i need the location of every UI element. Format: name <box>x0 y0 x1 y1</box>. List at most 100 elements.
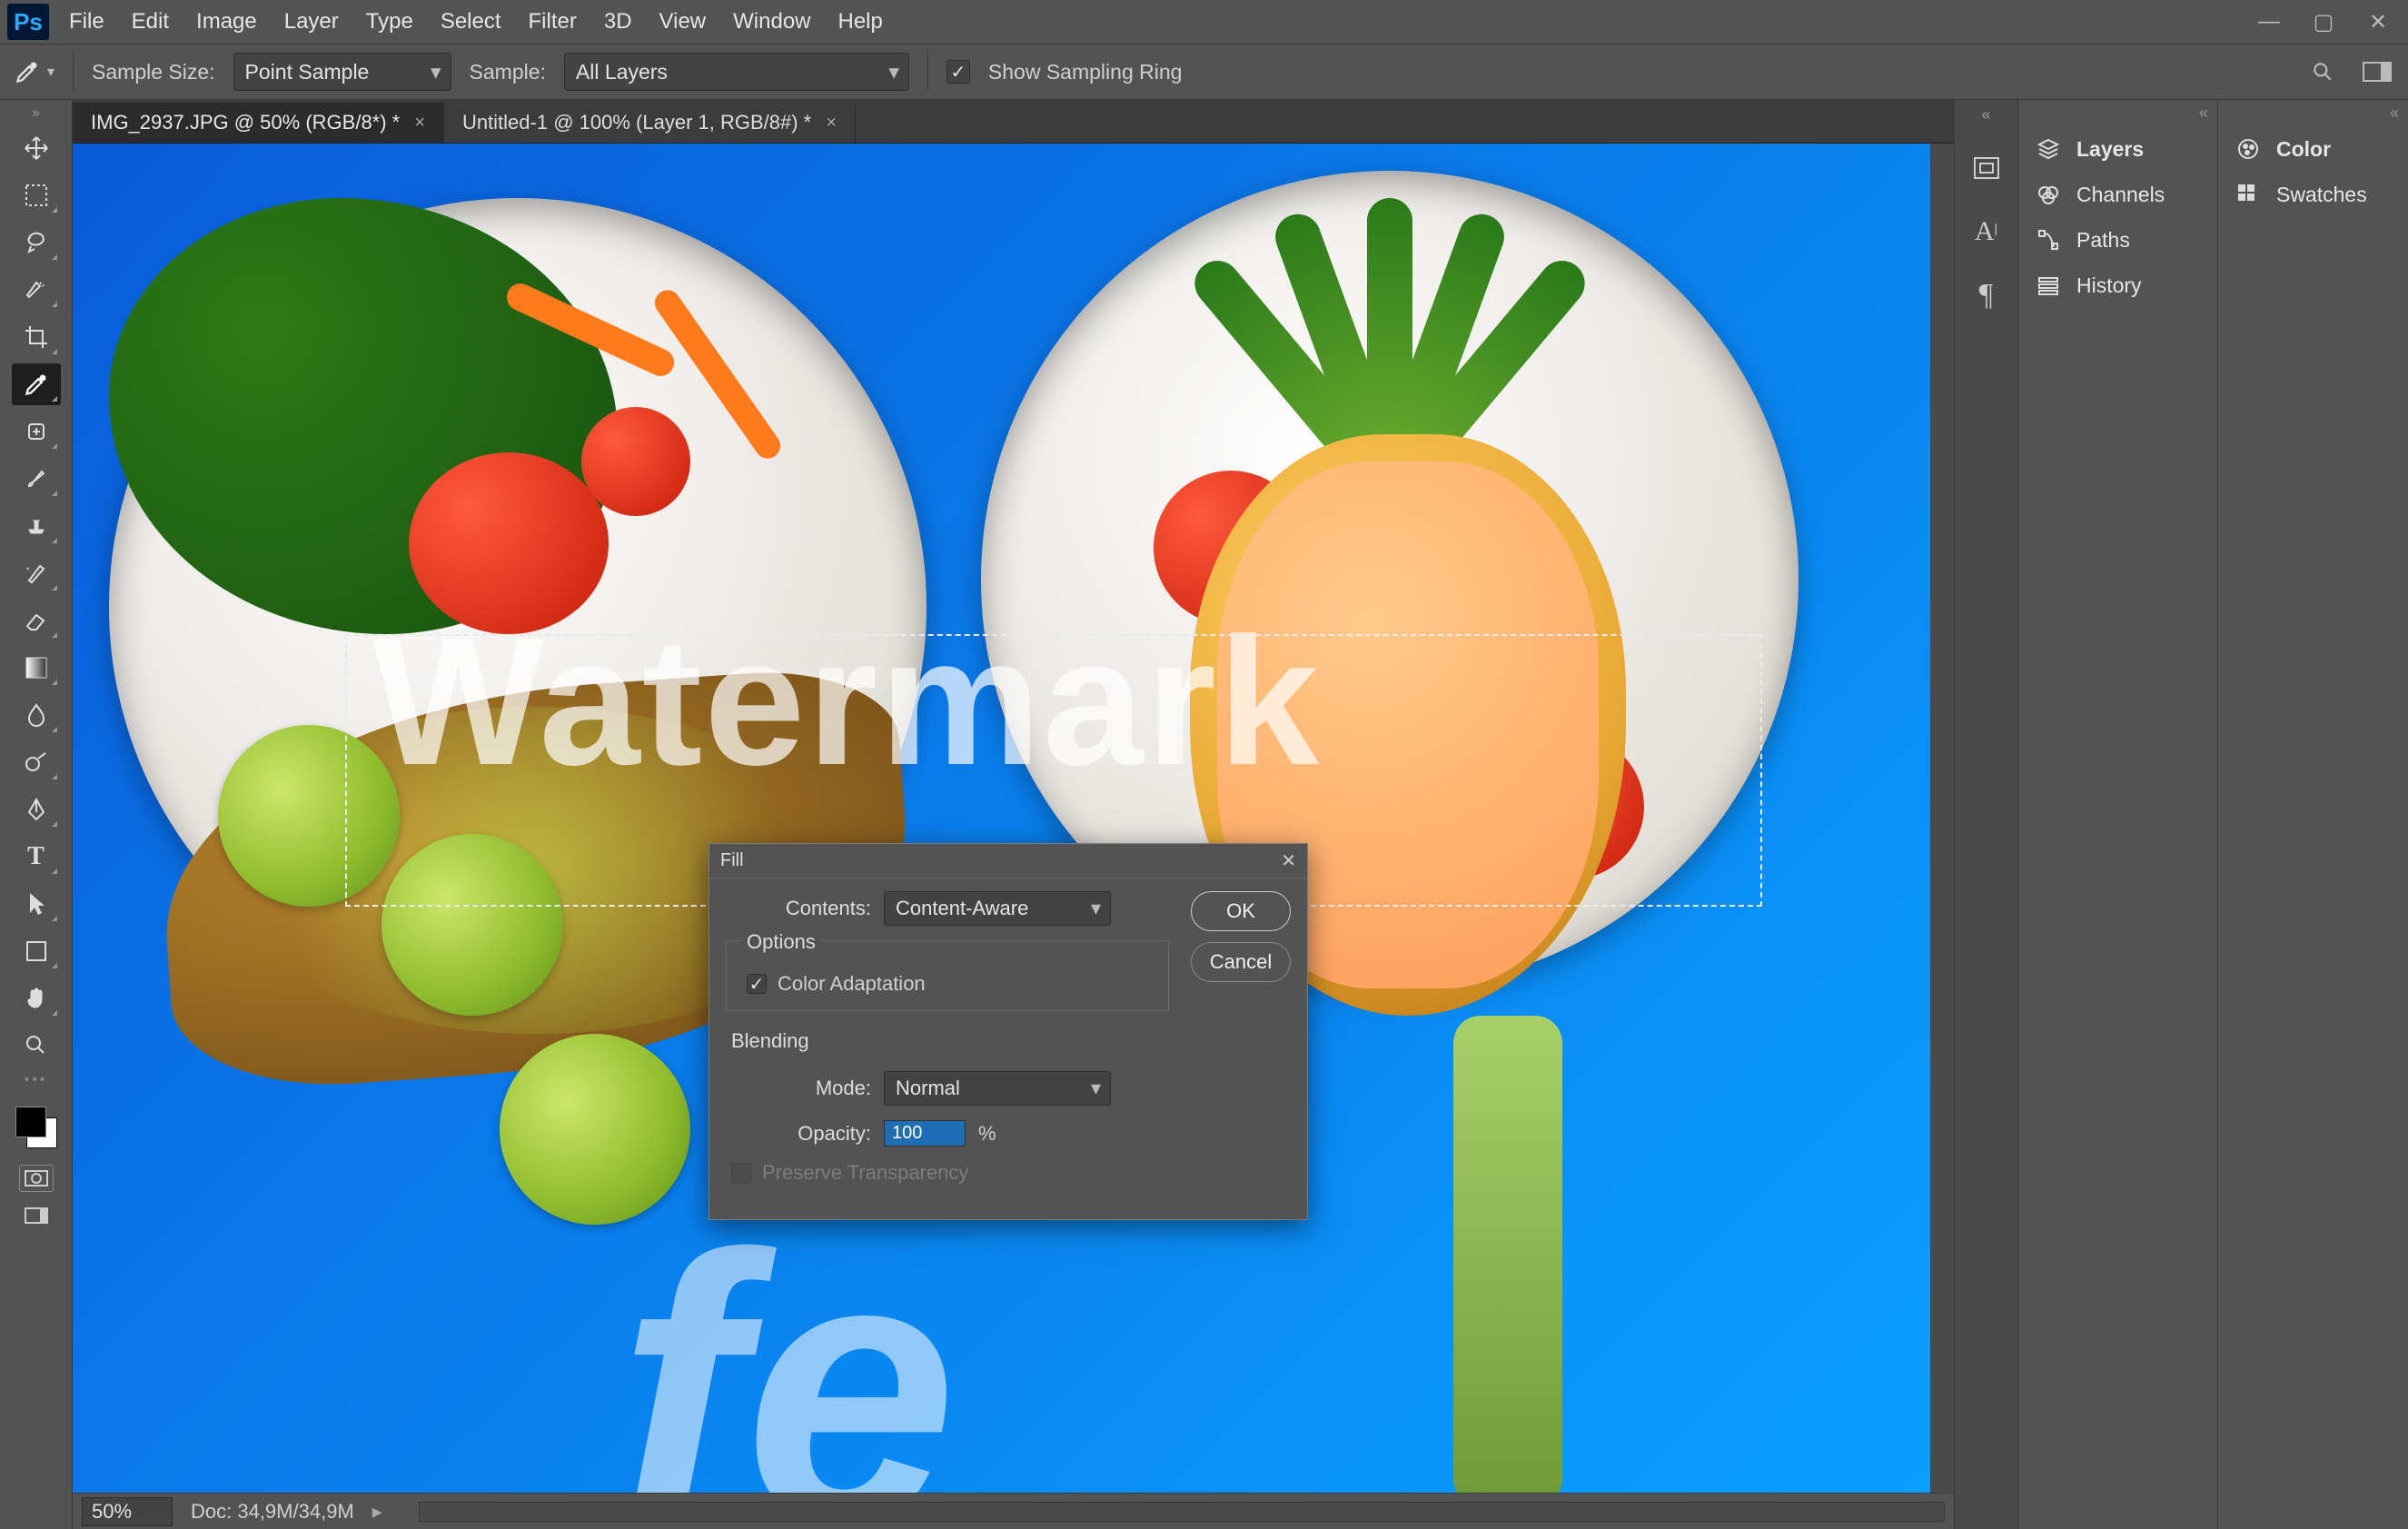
panel-tab-color[interactable]: Color <box>2218 126 2408 172</box>
show-sampling-ring-checkbox[interactable] <box>946 60 970 84</box>
sample-select[interactable]: All Layers <box>564 53 909 91</box>
divider <box>927 52 928 92</box>
close-icon[interactable]: × <box>414 113 425 134</box>
type-tool[interactable]: T <box>12 836 61 878</box>
document-tab[interactable]: IMG_2937.JPG @ 50% (RGB/8*) * × <box>73 103 444 143</box>
preserve-transparency-label: Preserve Transparency <box>762 1161 968 1185</box>
brush-tool[interactable] <box>12 458 61 500</box>
opacity-input[interactable]: 100 <box>884 1120 966 1147</box>
hand-tool[interactable] <box>12 978 61 1019</box>
blending-legend: Blending <box>726 1029 815 1053</box>
collapsed-panel-dock: « A| ¶ <box>1954 100 2017 1529</box>
menu-help[interactable]: Help <box>831 5 890 38</box>
crop-tool[interactable] <box>12 316 61 358</box>
pen-tool[interactable] <box>12 789 61 830</box>
sample-size-select[interactable]: Point Sample <box>233 53 451 91</box>
opacity-label: Opacity: <box>726 1122 871 1146</box>
zoom-input[interactable] <box>82 1497 173 1526</box>
color-adaptation-label: Color Adaptation <box>778 972 926 996</box>
quick-mask-toggle[interactable] <box>19 1165 54 1192</box>
window-maximize-icon[interactable]: ▢ <box>2310 8 2337 35</box>
color-adaptation-checkbox[interactable] <box>747 974 767 994</box>
blur-tool[interactable] <box>12 694 61 736</box>
contents-value: Content-Aware <box>896 897 1028 920</box>
menu-3d[interactable]: 3D <box>597 5 639 38</box>
panel-label: Layers <box>2076 137 2144 162</box>
eyedropper-tool[interactable] <box>12 363 61 405</box>
gradient-tool[interactable] <box>12 647 61 689</box>
contents-select[interactable]: Content-Aware <box>884 891 1111 926</box>
panel-collapse-icon[interactable]: « <box>2218 100 2408 126</box>
image-content <box>1453 1016 1562 1493</box>
color-swatches[interactable] <box>12 1103 61 1152</box>
close-icon[interactable]: ✕ <box>1281 849 1296 872</box>
divider <box>73 52 74 92</box>
eraser-tool[interactable] <box>12 600 61 641</box>
move-tool[interactable] <box>12 127 61 169</box>
clone-stamp-tool[interactable] <box>12 505 61 547</box>
panel-collapse-icon[interactable]: « <box>1981 105 1990 124</box>
menu-view[interactable]: View <box>652 5 714 38</box>
menu-select[interactable]: Select <box>433 5 509 38</box>
panel-tab-swatches[interactable]: Swatches <box>2218 172 2408 217</box>
panel-tab-layers[interactable]: Layers <box>2018 126 2217 172</box>
lasso-tool[interactable] <box>12 222 61 263</box>
workspace-switcher-icon[interactable] <box>2359 56 2395 87</box>
panel-tab-history[interactable]: History <box>2018 263 2217 308</box>
cancel-button[interactable]: Cancel <box>1191 942 1291 982</box>
image-content <box>581 407 690 516</box>
shape-tool[interactable] <box>12 930 61 972</box>
tab-label: IMG_2937.JPG @ 50% (RGB/8*) * <box>91 111 400 134</box>
menu-window[interactable]: Window <box>726 5 818 38</box>
character-panel-icon[interactable]: A| <box>1967 212 2007 252</box>
foreground-color-swatch[interactable] <box>15 1107 46 1137</box>
panel-tab-channels[interactable]: Channels <box>2018 172 2217 217</box>
screen-mode-toggle[interactable] <box>19 1203 54 1230</box>
panel-dock-a: « Layers Channels Paths History <box>2017 100 2217 1529</box>
sample-size-label: Sample Size: <box>92 60 215 84</box>
current-tool-indicator[interactable]: ▾ <box>13 57 55 86</box>
menu-edit[interactable]: Edit <box>124 5 176 38</box>
image-content <box>500 1034 690 1225</box>
canvas[interactable]: fe Watermark Fill ✕ <box>73 144 1930 1493</box>
dialog-title: Fill <box>720 850 744 871</box>
paragraph-panel-icon[interactable]: ¶ <box>1967 275 2007 315</box>
dialog-titlebar[interactable]: Fill ✕ <box>709 844 1307 879</box>
chevron-right-icon[interactable]: ▸ <box>372 1500 382 1524</box>
document-tab[interactable]: Untitled-1 @ 100% (Layer 1, RGB/8#) * × <box>444 103 856 143</box>
marquee-tool[interactable] <box>12 174 61 216</box>
edit-toolbar-icon[interactable]: ••• <box>25 1072 48 1088</box>
eyedropper-icon <box>13 57 42 86</box>
panel-label: History <box>2076 273 2142 298</box>
menu-image[interactable]: Image <box>189 5 264 38</box>
menu-type[interactable]: Type <box>359 5 421 38</box>
quick-selection-tool[interactable] <box>12 269 61 311</box>
menu-layer[interactable]: Layer <box>277 5 346 38</box>
panel-collapse-icon[interactable]: » <box>32 105 40 122</box>
path-selection-tool[interactable] <box>12 883 61 925</box>
history-brush-tool[interactable] <box>12 552 61 594</box>
panel-collapse-icon[interactable]: « <box>2018 100 2217 126</box>
close-icon[interactable]: × <box>826 113 837 134</box>
window-close-icon[interactable]: ✕ <box>2364 8 2392 35</box>
libraries-panel-icon[interactable] <box>1967 148 2007 188</box>
panel-label: Swatches <box>2276 183 2367 207</box>
status-bar: Doc: 34,9M/34,9M ▸ <box>73 1493 1954 1529</box>
menu-filter[interactable]: Filter <box>521 5 584 38</box>
horizontal-scrollbar[interactable] <box>419 1502 1945 1522</box>
ok-button[interactable]: OK <box>1191 891 1291 931</box>
show-sampling-ring-label: Show Sampling Ring <box>988 60 1183 84</box>
dodge-tool[interactable] <box>12 741 61 783</box>
mode-select[interactable]: Normal <box>884 1071 1111 1106</box>
panel-label: Color <box>2276 137 2331 162</box>
panel-tab-paths[interactable]: Paths <box>2018 217 2217 263</box>
panel-label: Paths <box>2076 228 2130 253</box>
menubar: Ps File Edit Image Layer Type Select Fil… <box>0 0 2408 44</box>
healing-brush-tool[interactable] <box>12 411 61 452</box>
window-minimize-icon[interactable]: — <box>2255 8 2283 35</box>
search-icon[interactable] <box>2304 56 2341 87</box>
vertical-scrollbar[interactable] <box>1930 144 1954 1493</box>
sample-label: Sample: <box>470 60 546 84</box>
zoom-tool[interactable] <box>12 1025 61 1067</box>
menu-file[interactable]: File <box>62 5 112 38</box>
